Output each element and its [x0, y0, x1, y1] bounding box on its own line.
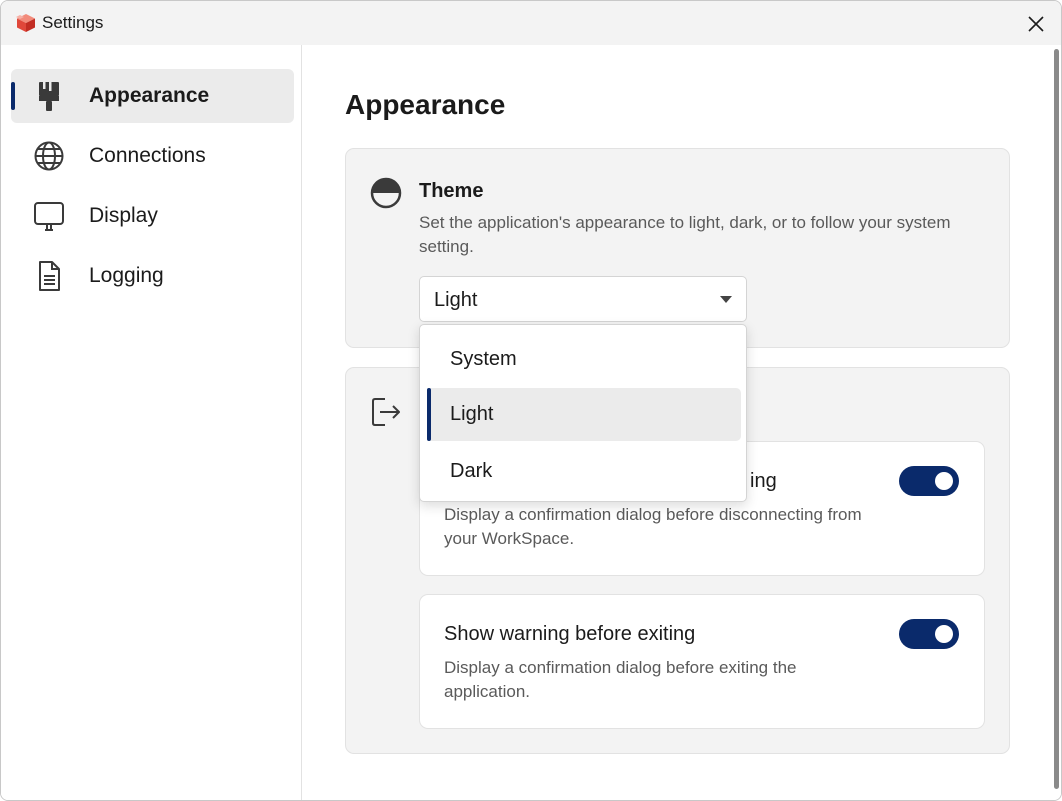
theme-title: Theme [419, 180, 484, 202]
sidebar-item-appearance[interactable]: Appearance [11, 69, 294, 123]
theme-option-light[interactable]: Light [427, 388, 741, 441]
exit-icon [372, 398, 400, 426]
setting-title: Show warning before exiting [444, 623, 696, 645]
setting-description: Display a confirmation dialog before dis… [444, 505, 862, 548]
sidebar-item-label: Logging [89, 264, 164, 287]
caret-down-icon [720, 296, 732, 303]
theme-select-value: Light [434, 289, 478, 311]
sidebar-item-display[interactable]: Display [11, 189, 294, 243]
page-title: Appearance [345, 89, 506, 120]
theme-select[interactable]: Light [419, 276, 747, 322]
theme-option-dark[interactable]: Dark [427, 445, 741, 498]
paintbrush-icon [39, 82, 59, 111]
option-label: Light [450, 403, 494, 425]
toggle-knob [935, 625, 953, 643]
app-cube-icon [16, 14, 35, 32]
active-indicator [11, 82, 15, 110]
sidebar: Appearance Connections Display Logging [1, 45, 302, 800]
setting-title: ing [750, 470, 777, 492]
theme-card: Theme Set the application's appearance t… [345, 148, 1010, 348]
exit-warning-setting: Show warning before exiting Display a co… [419, 594, 985, 729]
exit-warning-toggle[interactable] [899, 619, 959, 649]
sidebar-item-connections[interactable]: Connections [11, 129, 294, 183]
option-label: System [450, 348, 517, 370]
globe-icon [34, 141, 64, 171]
settings-window: Settings Appearance Connections Display … [0, 0, 1062, 801]
sidebar-item-label: Appearance [89, 84, 210, 107]
selected-indicator [427, 388, 431, 441]
monitor-icon [34, 202, 64, 231]
close-button[interactable] [1021, 9, 1051, 39]
title-bar: Settings [1, 1, 1061, 45]
document-icon [39, 261, 60, 291]
theme-dropdown-menu: System Light Dark [419, 324, 747, 502]
disconnect-warning-toggle[interactable] [899, 466, 959, 496]
sidebar-item-logging[interactable]: Logging [11, 249, 294, 303]
setting-description: Display a confirmation dialog before exi… [444, 658, 797, 701]
theme-option-system[interactable]: System [427, 333, 741, 386]
close-icon [1028, 16, 1044, 32]
option-label: Dark [450, 460, 493, 482]
half-circle-icon [370, 177, 402, 209]
window-title: Settings [42, 13, 104, 32]
sidebar-item-label: Display [89, 204, 158, 227]
scrollbar[interactable] [1054, 49, 1059, 789]
toggle-knob [935, 472, 953, 490]
theme-description: Set the application's appearance to ligh… [419, 213, 951, 256]
sidebar-item-label: Connections [89, 144, 206, 167]
